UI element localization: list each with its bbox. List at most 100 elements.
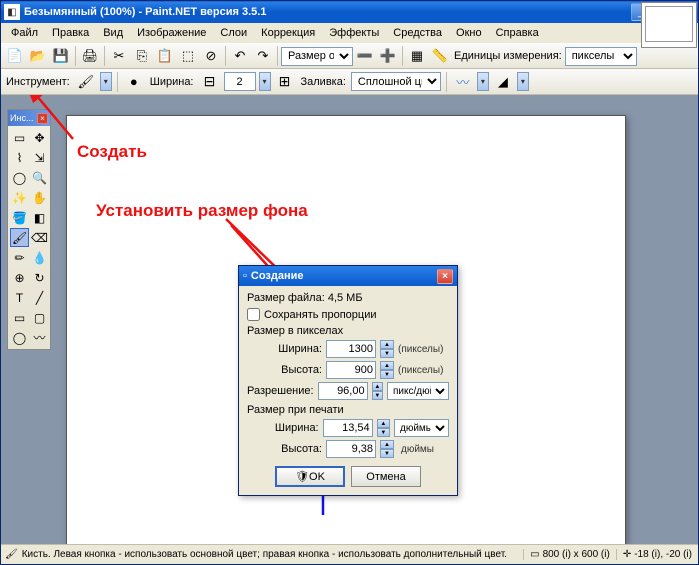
copy-button[interactable]: ⎘ xyxy=(131,45,153,67)
app-window: ◧ Безымянный (100%) - Paint.NET версия 3… xyxy=(0,0,699,565)
tool-freeform[interactable]: 〰 xyxy=(30,328,49,347)
status-pos: ✛ -18 (i), -20 (i) xyxy=(616,549,698,560)
menu-help[interactable]: Справка xyxy=(490,25,545,41)
units-combo[interactable]: пикселы xyxy=(565,47,637,66)
undo-button[interactable]: ↶ xyxy=(229,45,251,67)
zoom-out-button[interactable]: ➖ xyxy=(354,45,376,67)
tool-pan[interactable]: ✋ xyxy=(30,188,49,207)
thumbnail-panel[interactable] xyxy=(641,2,697,48)
width-print-unit-combo[interactable]: дюймы xyxy=(394,419,449,437)
width-plus-button[interactable]: ⊞ xyxy=(274,71,296,93)
tool-ellipse[interactable]: ◯ xyxy=(10,328,29,347)
tool-eraser[interactable]: ⌫ xyxy=(30,228,49,247)
height-px-label: Высота: xyxy=(247,364,322,376)
fill-label: Заливка: xyxy=(299,76,348,88)
width-minus-button[interactable]: ⊟ xyxy=(199,71,221,93)
tool-recolor[interactable]: ↻ xyxy=(30,268,49,287)
redo-button[interactable]: ↷ xyxy=(252,45,274,67)
tool-wand[interactable]: ✨ xyxy=(10,188,29,207)
ok-button[interactable]: 🛡 OK xyxy=(275,466,345,487)
width-input[interactable] xyxy=(224,72,256,91)
pixel-size-group-label: Размер в пикселах xyxy=(247,325,449,337)
main-toolbar: 📄 📂 💾 🖨 ✂ ⎘ 📋 ⬚ ⊘ ↶ ↷ Размер окн ➖ ➕ ▦ 📏… xyxy=(1,43,698,69)
tool-brush[interactable]: 🖌 xyxy=(10,228,29,247)
keep-proportions-checkbox[interactable] xyxy=(247,308,260,321)
height-print-spinner[interactable]: ▲▼ xyxy=(380,440,394,458)
tool-ellipse-select[interactable]: ◯ xyxy=(10,168,29,187)
tool-move[interactable]: ✥ xyxy=(30,128,49,147)
tool-fill[interactable]: 🪣 xyxy=(10,208,29,227)
aa-dropdown[interactable]: ▾ xyxy=(477,72,489,91)
current-tool-icon[interactable]: 🖌 xyxy=(75,71,97,93)
status-hint: Кисть. Левая кнопка - использовать основ… xyxy=(22,549,507,560)
resolution-unit-combo[interactable]: пикс/дюйм xyxy=(387,382,449,400)
tool-lasso[interactable]: ⌇ xyxy=(10,148,29,167)
ruler-button[interactable]: 📏 xyxy=(429,45,451,67)
toolbox-close-button[interactable]: × xyxy=(37,113,48,124)
tool-picker[interactable]: 💧 xyxy=(30,248,49,267)
resolution-spinner[interactable]: ▲▼ xyxy=(372,382,383,400)
height-px-spinner[interactable]: ▲▼ xyxy=(380,361,394,379)
open-button[interactable]: 📂 xyxy=(27,45,49,67)
tool-pencil[interactable]: ✏ xyxy=(10,248,29,267)
print-size-group-label: Размер при печати xyxy=(247,404,449,416)
blend-dropdown[interactable]: ▾ xyxy=(517,72,529,91)
print-button[interactable]: 🖨 xyxy=(79,45,101,67)
tool-rect[interactable]: ▭ xyxy=(10,308,29,327)
menu-file[interactable]: Файл xyxy=(5,25,44,41)
menu-window[interactable]: Окно xyxy=(450,25,488,41)
cut-button[interactable]: ✂ xyxy=(108,45,130,67)
crop-button[interactable]: ⬚ xyxy=(177,45,199,67)
dialog-title-bar[interactable]: ▫ Создание × xyxy=(239,266,457,286)
zoom-in-button[interactable]: ➕ xyxy=(377,45,399,67)
menu-edit[interactable]: Правка xyxy=(46,25,95,41)
width-print-input[interactable] xyxy=(323,419,373,437)
menu-effects[interactable]: Эффекты xyxy=(323,25,385,41)
width-print-spinner[interactable]: ▲▼ xyxy=(377,419,390,437)
toolbox-title-text: Инс... xyxy=(10,113,33,123)
tool-label: Инструмент: xyxy=(4,76,72,88)
tool-rect-select[interactable]: ▭ xyxy=(10,128,29,147)
grid-button[interactable]: ▦ xyxy=(406,45,428,67)
save-button[interactable]: 💾 xyxy=(50,45,72,67)
dialog-icon: ▫ xyxy=(243,270,247,282)
cancel-button[interactable]: Отмена xyxy=(351,466,421,487)
tool-text[interactable]: T xyxy=(10,288,29,307)
workspace: Инс... × ▭ ✥ ⌇ ⇲ ◯ 🔍 ✨ ✋ 🪣 ◧ 🖌 ⌫ ✏ 💧 ⊕ ↻ xyxy=(1,95,698,544)
width-px-spinner[interactable]: ▲▼ xyxy=(380,340,394,358)
deselect-button[interactable]: ⊘ xyxy=(200,45,222,67)
paste-button[interactable]: 📋 xyxy=(154,45,176,67)
menu-image[interactable]: Изображение xyxy=(131,25,212,41)
title-text: Безымянный (100%) - Paint.NET версия 3.5… xyxy=(24,6,631,18)
tool-zoom[interactable]: 🔍 xyxy=(30,168,49,187)
height-px-unit: (пикселы) xyxy=(398,365,443,376)
width-px-input[interactable] xyxy=(326,340,376,358)
height-px-input[interactable] xyxy=(326,361,376,379)
resolution-input[interactable] xyxy=(318,382,368,400)
menu-bar: Файл Правка Вид Изображение Слои Коррекц… xyxy=(1,23,698,43)
tool-clone[interactable]: ⊕ xyxy=(10,268,29,287)
new-button[interactable]: 📄 xyxy=(4,45,26,67)
menu-tools[interactable]: Средства xyxy=(387,25,448,41)
shape-circle-icon[interactable]: ● xyxy=(123,71,145,93)
tool-roundrect[interactable]: ▢ xyxy=(30,308,49,327)
tool-line[interactable]: ╱ xyxy=(30,288,49,307)
antialias-button[interactable]: 〰 xyxy=(452,71,474,93)
width-dropdown[interactable]: ▾ xyxy=(259,72,271,91)
app-icon: ◧ xyxy=(4,4,20,20)
height-print-input[interactable] xyxy=(326,440,376,458)
zoom-combo[interactable]: Размер окн xyxy=(281,47,353,66)
fill-combo[interactable]: Сплошной цвет xyxy=(351,72,441,91)
toolbox: Инс... × ▭ ✥ ⌇ ⇲ ◯ 🔍 ✨ ✋ 🪣 ◧ 🖌 ⌫ ✏ 💧 ⊕ ↻ xyxy=(7,109,51,350)
menu-view[interactable]: Вид xyxy=(97,25,129,41)
blend-button[interactable]: ◢ xyxy=(492,71,514,93)
tool-move-sel[interactable]: ⇲ xyxy=(30,148,49,167)
new-file-dialog: ▫ Создание × Размер файла: 4,5 МБ Сохран… xyxy=(238,265,458,496)
toolbox-title-bar[interactable]: Инс... × xyxy=(8,110,50,126)
menu-layers[interactable]: Слои xyxy=(214,25,253,41)
tool-dropdown[interactable]: ▾ xyxy=(100,72,112,91)
dialog-close-button[interactable]: × xyxy=(437,269,453,284)
tool-gradient[interactable]: ◧ xyxy=(30,208,49,227)
menu-adjust[interactable]: Коррекция xyxy=(255,25,321,41)
file-size-label: Размер файла: 4,5 МБ xyxy=(247,292,449,304)
